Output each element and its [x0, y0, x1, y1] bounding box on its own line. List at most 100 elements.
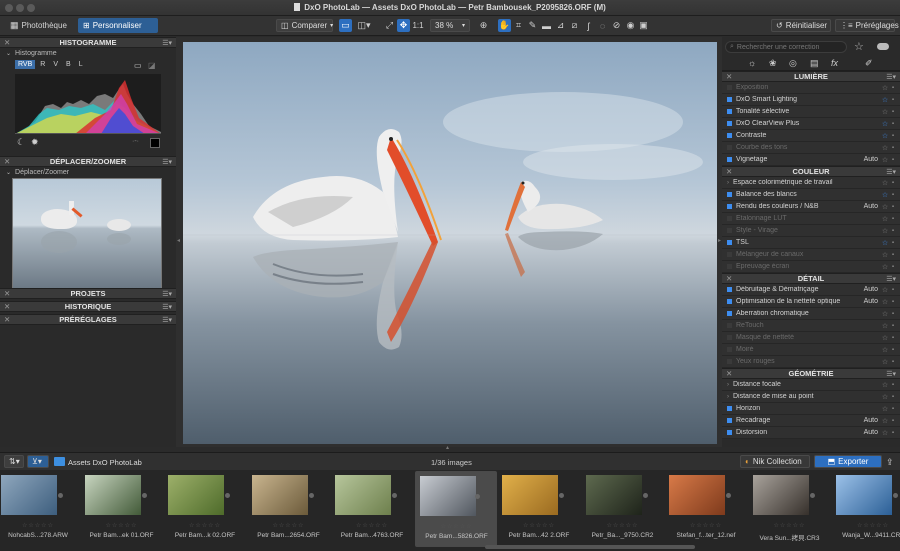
moon-icon[interactable]: ☾: [17, 137, 25, 148]
more-icon[interactable]: ▪: [889, 430, 897, 436]
active-toggle[interactable]: [727, 133, 732, 138]
correction-row[interactable]: Masque de netteté ☆ ▪: [722, 332, 900, 344]
correction-row[interactable]: DxO ClearView Plus ☆ ▪: [722, 118, 900, 130]
correction-row[interactable]: Recadrage Auto ☆ ▪: [722, 415, 900, 427]
filmstrip-thumb[interactable]: ☆☆☆☆☆ Petr_Ba..._9750.CR2: [582, 471, 664, 547]
channel-r[interactable]: R: [37, 60, 48, 69]
active-toggle[interactable]: [727, 85, 732, 90]
close-icon[interactable]: ✕: [4, 289, 10, 298]
more-icon[interactable]: ▪: [889, 228, 897, 234]
more-icon[interactable]: ▪: [889, 347, 897, 353]
more-icon[interactable]: ▪: [889, 323, 897, 329]
flag-icon[interactable]: [308, 493, 314, 498]
filmstrip-thumb[interactable]: ☆☆☆☆☆ Petr Bam...k 02.ORF: [164, 471, 246, 547]
favorite-star-icon[interactable]: ☆: [881, 156, 889, 164]
more-icon[interactable]: ▪: [889, 85, 897, 91]
active-toggle[interactable]: [727, 323, 732, 328]
more-icon[interactable]: ▪: [889, 157, 897, 163]
active-toggle[interactable]: [727, 240, 732, 245]
more-icon[interactable]: ▪: [889, 97, 897, 103]
export-button[interactable]: ⬒ Exporter: [814, 455, 882, 468]
projects-header[interactable]: ✕ PROJETS ☰▾: [0, 288, 176, 299]
correction-row[interactable]: TSL ☆ ▪: [722, 237, 900, 249]
local-adjust-icon[interactable]: ◌: [596, 19, 609, 32]
filmstrip-thumb[interactable]: ☆☆☆☆☆ Vera Sun...拷貝.CR3: [749, 471, 831, 547]
active-toggle[interactable]: [727, 145, 732, 150]
filmstrip-thumb[interactable]: ☆☆☆☆☆ Wanja_W...9411.CR3: [832, 471, 900, 547]
favorite-star-icon[interactable]: ☆: [881, 251, 889, 259]
sort-button[interactable]: ⇅▾: [4, 455, 24, 468]
favorite-star-icon[interactable]: ☆: [881, 381, 889, 389]
overlay-icon[interactable]: ▣: [637, 19, 650, 32]
presets-button[interactable]: ⋮≡ Préréglages: [835, 19, 899, 32]
more-icon[interactable]: ▪: [889, 252, 897, 258]
histogram-subheader[interactable]: ⌄ Histogramme: [0, 48, 176, 58]
active-toggle[interactable]: [727, 311, 732, 316]
main-photo[interactable]: [183, 42, 717, 444]
correction-row[interactable]: ReTouch ☆ ▪: [722, 320, 900, 332]
filmstrip-thumb[interactable]: ☆☆☆☆☆ Petr Bam...5826.ORF: [414, 471, 497, 547]
minimize-window-button[interactable]: [16, 4, 24, 12]
repair-icon[interactable]: ▬: [540, 19, 553, 32]
close-icon[interactable]: ✕: [726, 369, 732, 378]
correction-row[interactable]: Tonalité sélective ☆ ▪: [722, 106, 900, 118]
dual-view-icon[interactable]: ◫▾: [354, 19, 374, 32]
active-toggle[interactable]: [727, 299, 732, 304]
chevron-right-icon[interactable]: ›: [727, 180, 729, 186]
more-icon[interactable]: ▪: [889, 109, 897, 115]
correction-row[interactable]: Courbe des tons ☆ ▪: [722, 142, 900, 154]
close-icon[interactable]: ✕: [4, 315, 10, 324]
zoom-1to1-button[interactable]: 1:1: [411, 19, 425, 32]
flag-icon[interactable]: [141, 493, 147, 498]
expand-bottom-icon[interactable]: ▴: [446, 444, 449, 451]
filmstrip-thumb[interactable]: ☆☆☆☆☆ Stefan_f...ter_12.nef: [665, 471, 747, 547]
more-icon[interactable]: ▪: [889, 121, 897, 127]
favorite-star-icon[interactable]: ☆: [881, 108, 889, 116]
more-icon[interactable]: ▪: [889, 216, 897, 222]
compare-button[interactable]: ◫ Comparer ▾: [276, 19, 333, 32]
history-icon[interactable]: ⊕: [477, 19, 490, 32]
expand-left-icon[interactable]: ◂: [177, 237, 180, 244]
rating-stars[interactable]: ☆☆☆☆☆: [248, 522, 330, 529]
favorite-star-icon[interactable]: ☆: [881, 393, 889, 401]
favorite-star-icon[interactable]: ☆: [881, 310, 889, 318]
favorite-star-icon[interactable]: ☆: [881, 286, 889, 294]
eyedropper-icon[interactable]: ✎: [526, 19, 539, 32]
search-input[interactable]: ⌕ Rechercher une correction: [725, 41, 847, 53]
rating-stars[interactable]: ☆☆☆☆☆: [749, 522, 831, 529]
eye-icon[interactable]: ◉: [624, 19, 637, 32]
active-toggle[interactable]: [727, 359, 732, 364]
mask-icon[interactable]: ⊘: [610, 19, 623, 32]
active-toggle[interactable]: [727, 418, 732, 423]
active-toggle[interactable]: [727, 335, 732, 340]
favorite-star-icon[interactable]: ☆: [881, 322, 889, 330]
toggle-switch[interactable]: [877, 43, 889, 50]
single-view-icon[interactable]: ▭: [339, 19, 352, 32]
chevron-right-icon[interactable]: ›: [727, 394, 729, 400]
correction-row[interactable]: Épreuvage écran ☆ ▪: [722, 261, 900, 273]
correction-row[interactable]: Optimisation de la netteté optique Auto ☆ ▪: [722, 296, 900, 308]
share-icon[interactable]: ⇪: [886, 457, 894, 468]
active-toggle[interactable]: [727, 192, 732, 197]
close-icon[interactable]: ✕: [4, 302, 10, 311]
more-icon[interactable]: ▪: [889, 145, 897, 151]
favorite-star-icon[interactable]: ☆: [881, 263, 889, 271]
rating-stars[interactable]: ☆☆☆☆☆: [832, 522, 900, 529]
active-toggle[interactable]: [727, 287, 732, 292]
tab-library[interactable]: ▦ Photothèque: [5, 18, 72, 33]
more-icon[interactable]: ▪: [889, 180, 897, 186]
channel-v[interactable]: V: [50, 60, 61, 69]
crop-icon[interactable]: ⌗: [512, 19, 525, 32]
fx-tab-icon[interactable]: fx: [831, 58, 838, 68]
panel-menu-icon[interactable]: ☰▾: [162, 290, 172, 298]
geometry-tab-icon[interactable]: ▤: [810, 58, 819, 69]
expand-right-icon[interactable]: ▸: [718, 237, 721, 244]
filmstrip-thumb[interactable]: ☆☆☆☆☆ Petr Bam...ek 01.ORF: [81, 471, 163, 547]
favorite-star-icon[interactable]: ☆: [881, 144, 889, 152]
active-toggle[interactable]: [727, 109, 732, 114]
favorite-star-icon[interactable]: ☆: [881, 132, 889, 140]
correction-row[interactable]: Horizon ☆ ▪: [722, 403, 900, 415]
flag-icon[interactable]: [58, 493, 63, 498]
rating-stars[interactable]: ☆☆☆☆☆: [164, 522, 246, 529]
more-icon[interactable]: ▪: [889, 418, 897, 424]
